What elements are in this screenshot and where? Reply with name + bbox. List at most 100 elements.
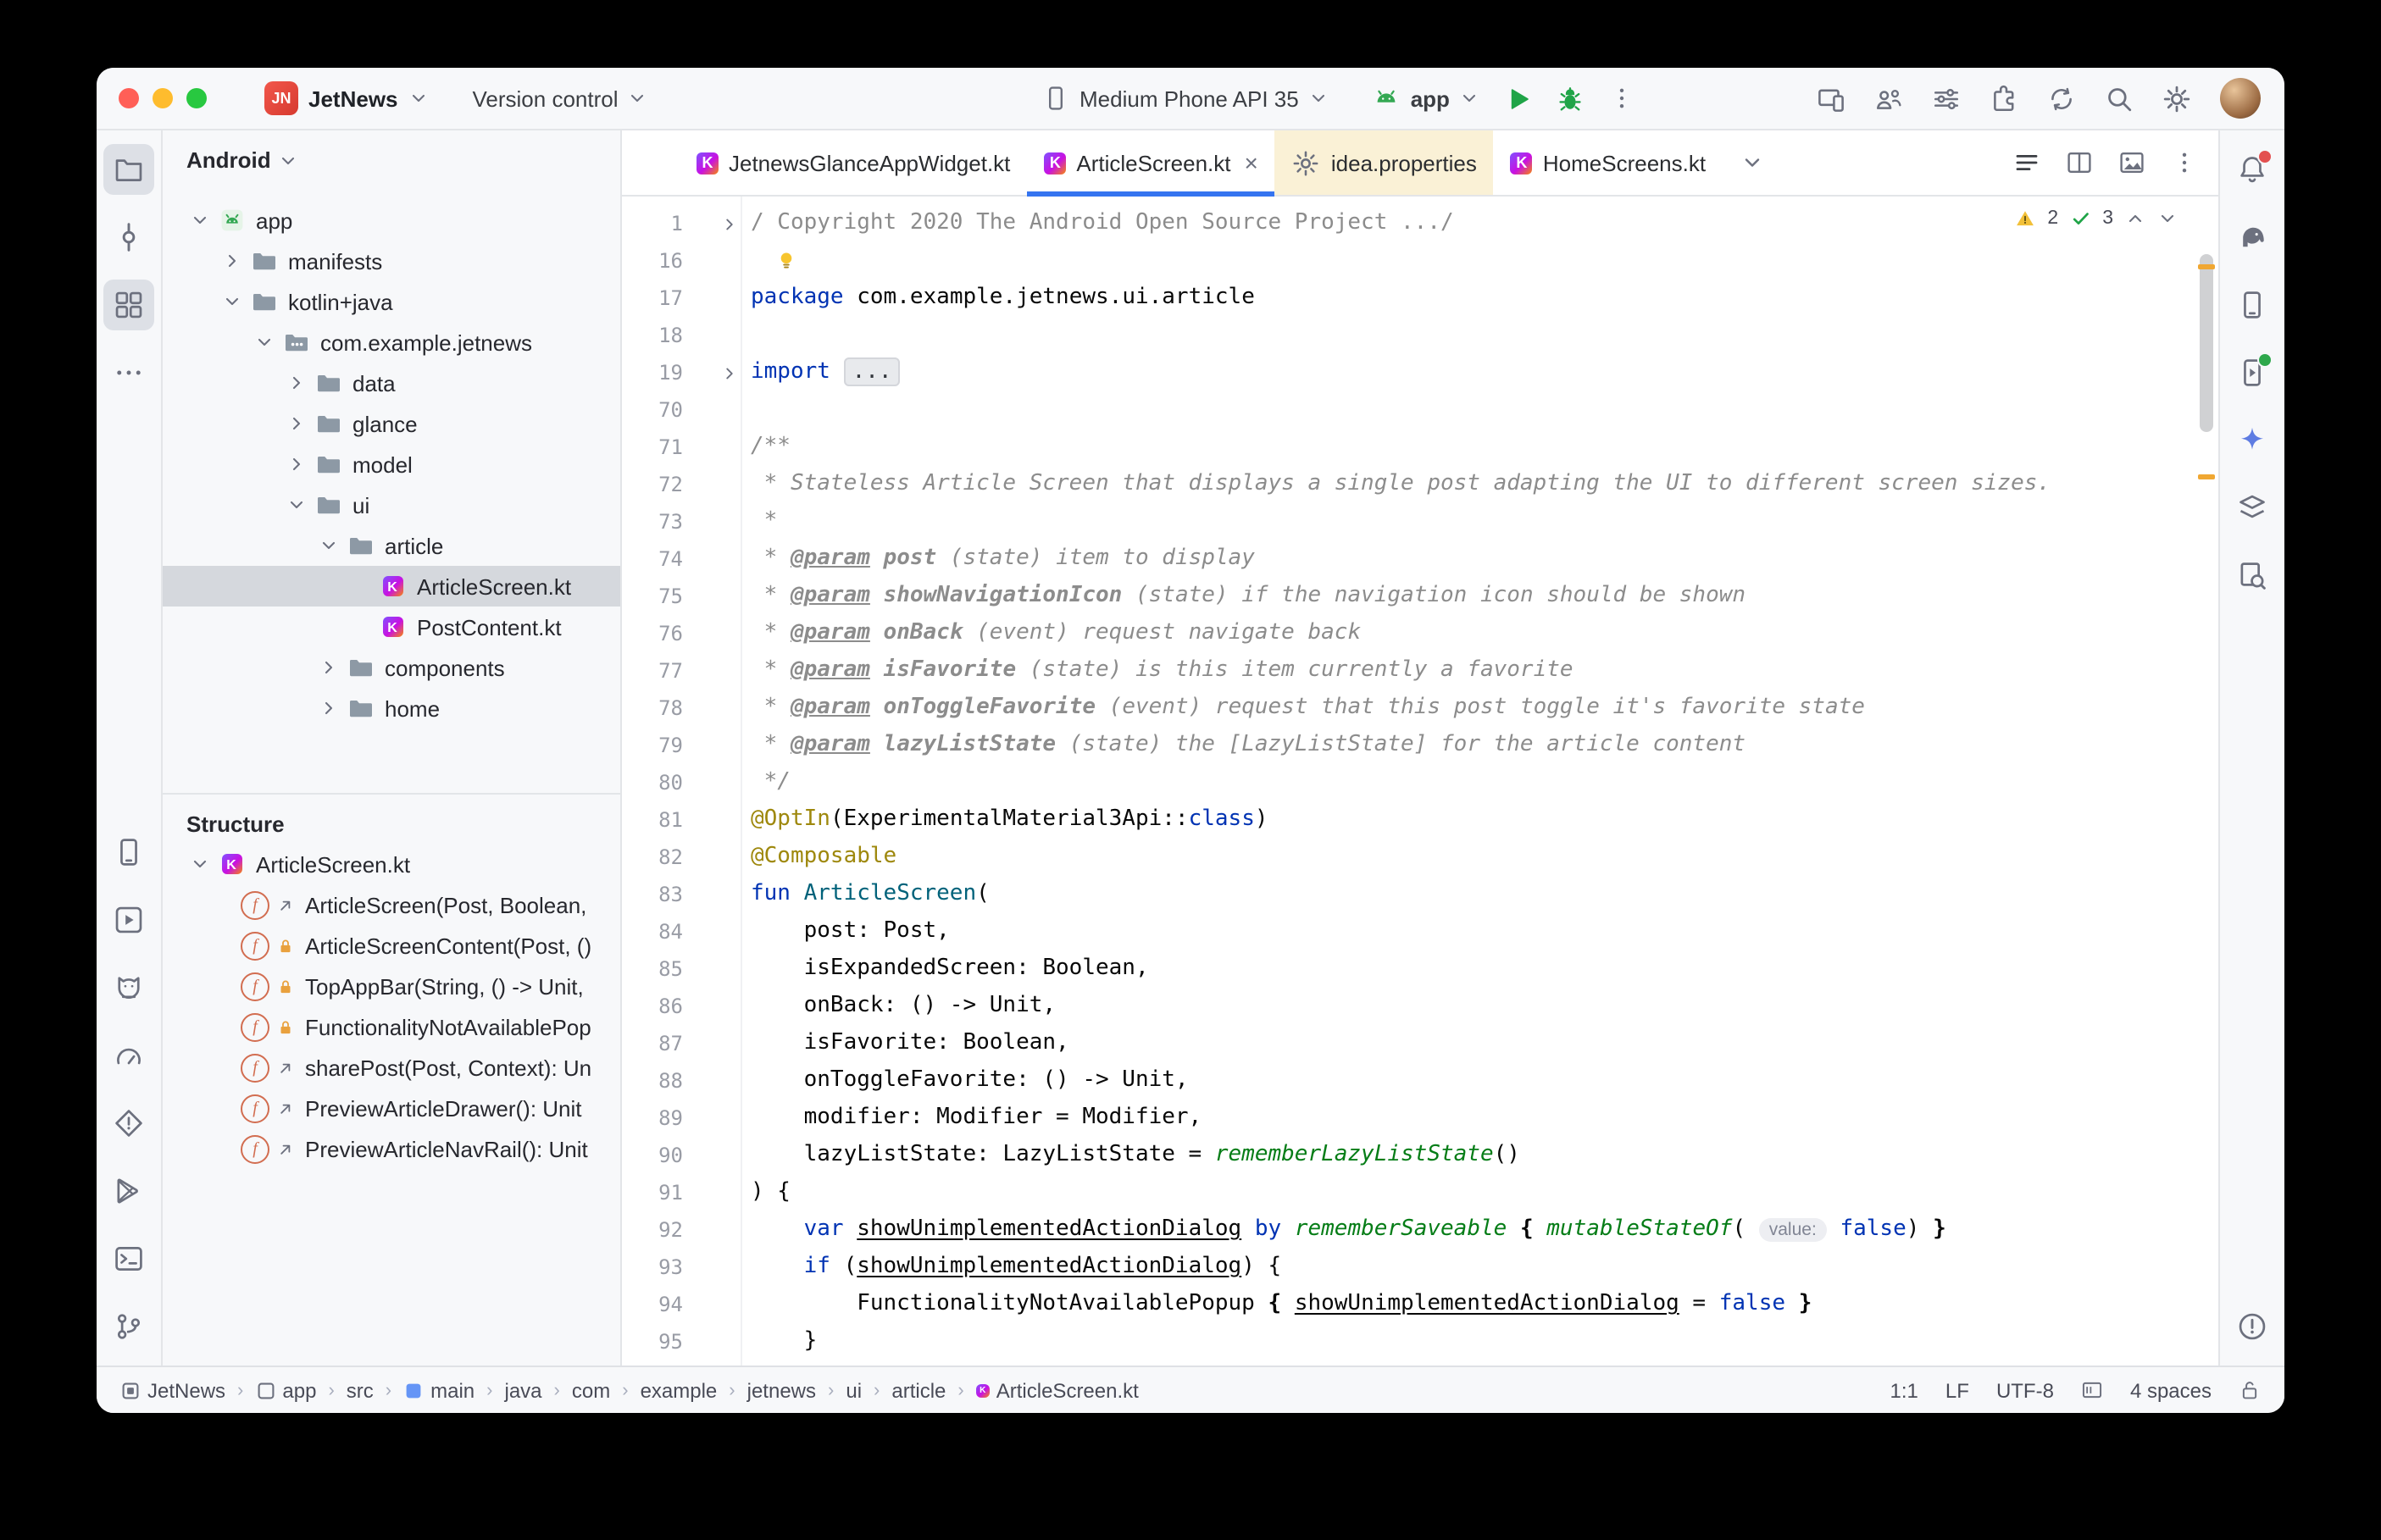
structure-item[interactable]: fFunctionalityNotAvailablePop bbox=[163, 1006, 620, 1047]
version-control-icon[interactable] bbox=[103, 1301, 154, 1352]
editor-tab[interactable]: KJetnewsGlanceAppWidget.kt bbox=[680, 130, 1027, 195]
chevron-right-icon[interactable] bbox=[219, 247, 246, 274]
zoom-button[interactable] bbox=[186, 88, 207, 108]
project-tree-item[interactable]: com.example.jetnews bbox=[163, 322, 620, 363]
search-icon[interactable] bbox=[2105, 84, 2134, 113]
line-number[interactable]: 89 bbox=[622, 1106, 683, 1130]
breadcrumb-item[interactable]: jetnews bbox=[747, 1378, 816, 1402]
project-tree-item[interactable]: article bbox=[163, 525, 620, 566]
run-configuration-selector[interactable]: app bbox=[1374, 85, 1480, 112]
sync-icon[interactable] bbox=[2047, 84, 2076, 113]
breadcrumb-item[interactable]: ui bbox=[846, 1378, 862, 1402]
breadcrumb-item[interactable]: KArticleScreen.kt bbox=[976, 1378, 1139, 1402]
project-tree-item[interactable]: components bbox=[163, 647, 620, 688]
line-number[interactable]: 81 bbox=[622, 808, 683, 832]
line-number[interactable]: 83 bbox=[622, 883, 683, 906]
line-number[interactable]: 76 bbox=[622, 622, 683, 645]
inspections-widget[interactable]: 2 3 bbox=[2015, 208, 2178, 229]
breadcrumb-item[interactable]: JetNews bbox=[120, 1378, 225, 1402]
problems-icon[interactable] bbox=[2227, 1301, 2278, 1352]
run-button[interactable] bbox=[1504, 84, 1533, 113]
app-quality-insights-icon[interactable] bbox=[103, 1098, 154, 1149]
chevron-down-icon[interactable] bbox=[219, 288, 246, 315]
chevron-right-icon[interactable] bbox=[283, 369, 310, 396]
line-separator-widget[interactable]: LF bbox=[1945, 1378, 1969, 1402]
device-manager-icon[interactable] bbox=[103, 827, 154, 878]
split-editor-icon[interactable] bbox=[2066, 149, 2093, 176]
project-tree-item[interactable]: ui bbox=[163, 485, 620, 525]
code-editor[interactable]: 1/ Copyright 2020 The Android Open Sourc… bbox=[622, 197, 2218, 1366]
editor-preview-icon[interactable] bbox=[2118, 149, 2145, 176]
project-tree-item[interactable]: app bbox=[163, 200, 620, 241]
line-number[interactable]: 17 bbox=[622, 286, 683, 310]
project-icon[interactable] bbox=[103, 144, 154, 195]
code-with-me-icon[interactable] bbox=[1874, 84, 1903, 113]
device-selector[interactable]: Medium Phone API 35 bbox=[1042, 85, 1329, 112]
line-number[interactable]: 74 bbox=[622, 547, 683, 571]
structure-item[interactable]: fPreviewArticleDrawer(): Unit bbox=[163, 1088, 620, 1128]
close-icon[interactable]: × bbox=[1245, 151, 1258, 174]
chevron-right-icon[interactable] bbox=[315, 654, 342, 681]
editor-tab[interactable]: idea.properties bbox=[1275, 130, 1494, 195]
line-number[interactable]: 90 bbox=[622, 1144, 683, 1167]
build-variants-icon[interactable] bbox=[2227, 483, 2278, 534]
line-number[interactable]: 78 bbox=[622, 696, 683, 720]
structure-item[interactable]: fTopAppBar(String, () -> Unit, bbox=[163, 966, 620, 1006]
running-devices-icon[interactable] bbox=[2227, 347, 2278, 398]
line-number[interactable]: 70 bbox=[622, 398, 683, 422]
encoding-widget[interactable]: UTF-8 bbox=[1996, 1378, 2054, 1402]
editor-more-icon[interactable] bbox=[2171, 149, 2198, 176]
line-number[interactable]: 84 bbox=[622, 920, 683, 944]
project-widget[interactable]: JN JetNews bbox=[264, 81, 429, 115]
chevron-down-icon[interactable] bbox=[186, 207, 214, 234]
plugins-icon[interactable] bbox=[1990, 84, 2018, 113]
sliders-icon[interactable] bbox=[1932, 84, 1961, 113]
line-number[interactable]: 86 bbox=[622, 994, 683, 1018]
chevron-down-icon[interactable] bbox=[315, 532, 342, 559]
caret-position-widget[interactable]: 1:1 bbox=[1890, 1378, 1918, 1402]
line-number[interactable]: 88 bbox=[622, 1069, 683, 1093]
line-number[interactable]: 94 bbox=[622, 1293, 683, 1316]
structure-item[interactable]: fsharePost(Post, Context): Un bbox=[163, 1047, 620, 1088]
gemini-icon[interactable] bbox=[2227, 415, 2278, 466]
terminal-icon[interactable] bbox=[103, 1233, 154, 1284]
fold-arrow-icon[interactable] bbox=[683, 214, 751, 233]
chevron-down-icon[interactable] bbox=[283, 491, 310, 518]
structure-item[interactable]: fArticleScreenContent(Post, () bbox=[163, 925, 620, 966]
line-number[interactable]: 91 bbox=[622, 1181, 683, 1205]
line-number[interactable]: 79 bbox=[622, 734, 683, 757]
line-number[interactable]: 75 bbox=[622, 584, 683, 608]
line-number[interactable]: 87 bbox=[622, 1032, 683, 1055]
project-tree-item[interactable]: KArticleScreen.kt bbox=[163, 566, 620, 607]
line-number[interactable]: 82 bbox=[622, 845, 683, 869]
line-number[interactable]: 16 bbox=[622, 249, 683, 273]
more-actions-icon[interactable] bbox=[1609, 85, 1636, 112]
fold-arrow-icon[interactable] bbox=[683, 363, 751, 382]
chevron-right-icon[interactable] bbox=[315, 695, 342, 722]
structure-item[interactable]: fPreviewArticleNavRail(): Unit bbox=[163, 1128, 620, 1169]
breadcrumb-item[interactable]: java bbox=[505, 1378, 542, 1402]
more-icon[interactable] bbox=[103, 347, 154, 398]
editor-tab[interactable]: KHomeScreens.kt bbox=[1494, 130, 1723, 195]
chevron-right-icon[interactable] bbox=[283, 410, 310, 437]
breadcrumb-item[interactable]: com bbox=[572, 1378, 610, 1402]
project-tree-item[interactable]: kotlin+java bbox=[163, 281, 620, 322]
next-highlight-button[interactable] bbox=[2157, 208, 2178, 229]
line-number[interactable]: 85 bbox=[622, 957, 683, 981]
services-icon[interactable] bbox=[103, 895, 154, 945]
hidden-tabs-dropdown[interactable] bbox=[1740, 130, 1763, 195]
device-mirror-icon[interactable] bbox=[1817, 84, 1845, 113]
close-button[interactable] bbox=[119, 88, 139, 108]
line-number[interactable]: 1 bbox=[622, 212, 683, 235]
gradle-icon[interactable] bbox=[2227, 212, 2278, 263]
intention-bulb-icon[interactable] bbox=[774, 249, 798, 273]
editor-tab[interactable]: KArticleScreen.kt× bbox=[1027, 130, 1274, 195]
breadcrumb-item[interactable]: article bbox=[891, 1378, 946, 1402]
project-view-selector[interactable]: Android bbox=[163, 130, 620, 180]
debug-button[interactable] bbox=[1557, 84, 1585, 113]
line-number[interactable]: 18 bbox=[622, 324, 683, 347]
editor-list-icon[interactable] bbox=[2013, 149, 2040, 176]
settings-icon[interactable] bbox=[2162, 84, 2191, 113]
breadcrumb-item[interactable]: src bbox=[347, 1378, 374, 1402]
line-number[interactable]: 71 bbox=[622, 435, 683, 459]
